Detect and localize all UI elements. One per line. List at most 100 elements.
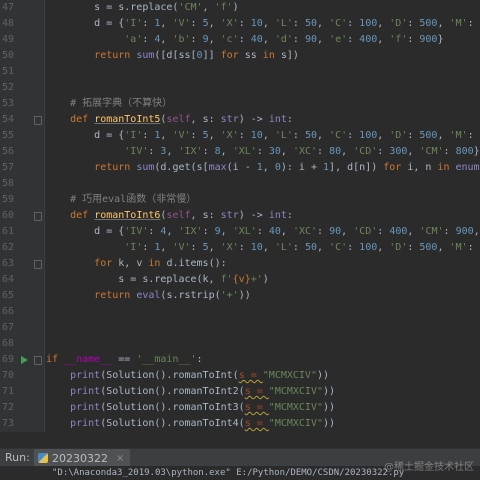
code-token: s = [244,418,269,429]
line-number: 57 [1,162,14,173]
code-token: , [208,34,221,45]
code-line[interactable]: 57 return sum(d.get(s[max(i - 1, 0): i +… [0,160,480,176]
code-token: for [94,258,119,269]
code-token: : [443,226,456,237]
code-token: 'I' [124,130,143,141]
code-token: 'IV' [124,146,149,157]
fold-icon[interactable] [34,212,42,221]
code-token: 'X' [220,130,239,141]
code-token: , [280,226,293,237]
code-token: , [166,226,179,237]
code-token: sum [136,162,155,173]
code-token: print [70,370,101,381]
code-token: , [317,18,330,29]
code-line[interactable]: 63 for k, v in d.items(): [0,256,480,272]
code-token: s = [244,402,269,413]
code-line[interactable]: 73 print(Solution().romanToInt4(s = "MCM… [0,416,480,432]
code-line[interactable]: 64 s = s.replace(k, f'{v}+') [0,272,480,288]
code-token: 'C' [329,130,348,141]
code-line[interactable]: 70 print(Solution().romanToInt(s = "MCMX… [0,368,480,384]
code-token: romanToInt5 [94,114,161,125]
code-line[interactable]: 54 def romanToInt5(self, s: str) -> int: [0,112,480,128]
code-token: 'XC' [292,226,318,237]
code-token: , [208,242,221,253]
code-token: )) [322,418,336,429]
code-line[interactable]: 68 [0,336,480,352]
code-token: "MCMXCIV" [262,370,317,381]
code-token: "MCMXCIV" [268,418,323,429]
code-token: enumerate [455,162,480,173]
code-token: : [202,226,215,237]
code-token: , [341,146,354,157]
code-token: 100 [359,130,378,141]
code-token: 'D' [389,18,408,29]
code-line[interactable]: 55 d = {'I': 1, 'V': 5, 'X': 10, 'L': 50… [0,128,480,144]
code-token: 'd' [274,34,293,45]
code-line[interactable]: 56 'IV': 3, 'IX': 8, 'XL': 30, 'XC': 80,… [0,144,480,160]
line-number: 51 [1,66,14,77]
code-token: ]] [202,50,221,61]
code-token: int [268,210,287,221]
code-line[interactable]: 51 [0,64,480,80]
code-token: return [94,290,137,301]
code-line[interactable]: 67 [0,320,480,336]
code-token: s = [244,386,269,397]
code-token: 'b' [172,34,191,45]
code-token: 'f' [389,34,408,45]
run-tab[interactable]: 20230322 × [34,449,131,467]
console-command-text: "D:\Anaconda3_2019.03\python.exe" E:/Pyt… [52,468,405,478]
code-line[interactable]: 58 [0,176,480,192]
line-number: 59 [1,194,14,205]
close-icon[interactable]: × [116,453,124,464]
run-arrow-icon[interactable] [21,356,28,364]
code-line[interactable]: 60 def romanToInt6(self, s: str) -> int: [0,208,480,224]
code-line[interactable]: 66 [0,304,480,320]
fold-icon[interactable] [34,116,42,125]
code-token: 'X' [220,18,239,29]
code-line[interactable]: 53 # 拓展字典（不算快） [0,96,480,112]
line-number: 65 [1,290,14,301]
code-token: int [268,114,287,125]
code-line[interactable]: 50 return sum([d[ss[0]] for ss in s]) [0,48,480,64]
code-token: s = s.replace( [46,2,179,13]
code-token: 'C' [329,242,348,253]
code-line[interactable]: 61 d = {'IV': 4, 'IX': 9, 'XL': 40, 'XC'… [0,224,480,240]
code-line[interactable]: 48 d = {'I': 1, 'V': 5, 'X': 10, 'L': 50… [0,16,480,32]
code-token: str [220,210,239,221]
line-number: 63 [1,258,14,269]
code-line[interactable]: 71 print(Solution().romanToInt2(s = "MCM… [0,384,480,400]
code-token: ) [262,274,269,285]
code-line[interactable]: 69 if __name__ == '__main__': [0,352,480,368]
code-token: : [286,210,293,221]
code-text: print(Solution().romanToInt2(s = "MCMXCI… [46,384,335,400]
fold-icon[interactable] [34,260,42,269]
code-token: , [262,242,275,253]
code-line[interactable]: 62 'I': 1, 'V': 5, 'X': 10, 'L': 50, 'C'… [0,240,480,256]
code-token: d.items(): [166,258,227,269]
code-token: : [347,130,360,141]
code-editor[interactable]: 47 s = s.replace('CM', 'f') 48 d = {'I': … [0,0,480,432]
code-token: 'XL' [232,146,257,157]
code-token: ss [244,50,263,61]
code-token: : [238,130,251,141]
code-line[interactable]: 47 s = s.replace('CM', 'f') [0,0,480,16]
code-line[interactable]: 52 [0,80,480,96]
code-token: 40 [250,34,263,45]
code-text: print(Solution().romanToInt4(s = "MCMXCI… [46,416,335,432]
code-line[interactable]: 72 print(Solution().romanToInt3(s = "MCM… [0,400,480,416]
code-token: , [280,146,293,157]
fold-icon[interactable] [34,356,42,365]
code-text: print(Solution().romanToInt(s = "MCMXCIV… [46,368,329,384]
code-line[interactable]: 59 # 巧用eval函数（非常慢） [0,192,480,208]
code-line[interactable]: 49 'a': 4, 'b': 9, 'c': 40, 'd': 90, 'e'… [0,32,480,48]
line-number: 55 [1,130,14,141]
code-text: def romanToInt5(self, s: str) -> int: [46,112,293,128]
code-line[interactable]: 65 return eval(s.rstrip('+')) [0,288,480,304]
code-token: )) [316,370,330,381]
code-token: 'I' [124,242,143,253]
code-text: # 巧用eval函数（非常慢） [46,192,196,208]
code-token: : [292,18,305,29]
code-token: , [407,146,420,157]
